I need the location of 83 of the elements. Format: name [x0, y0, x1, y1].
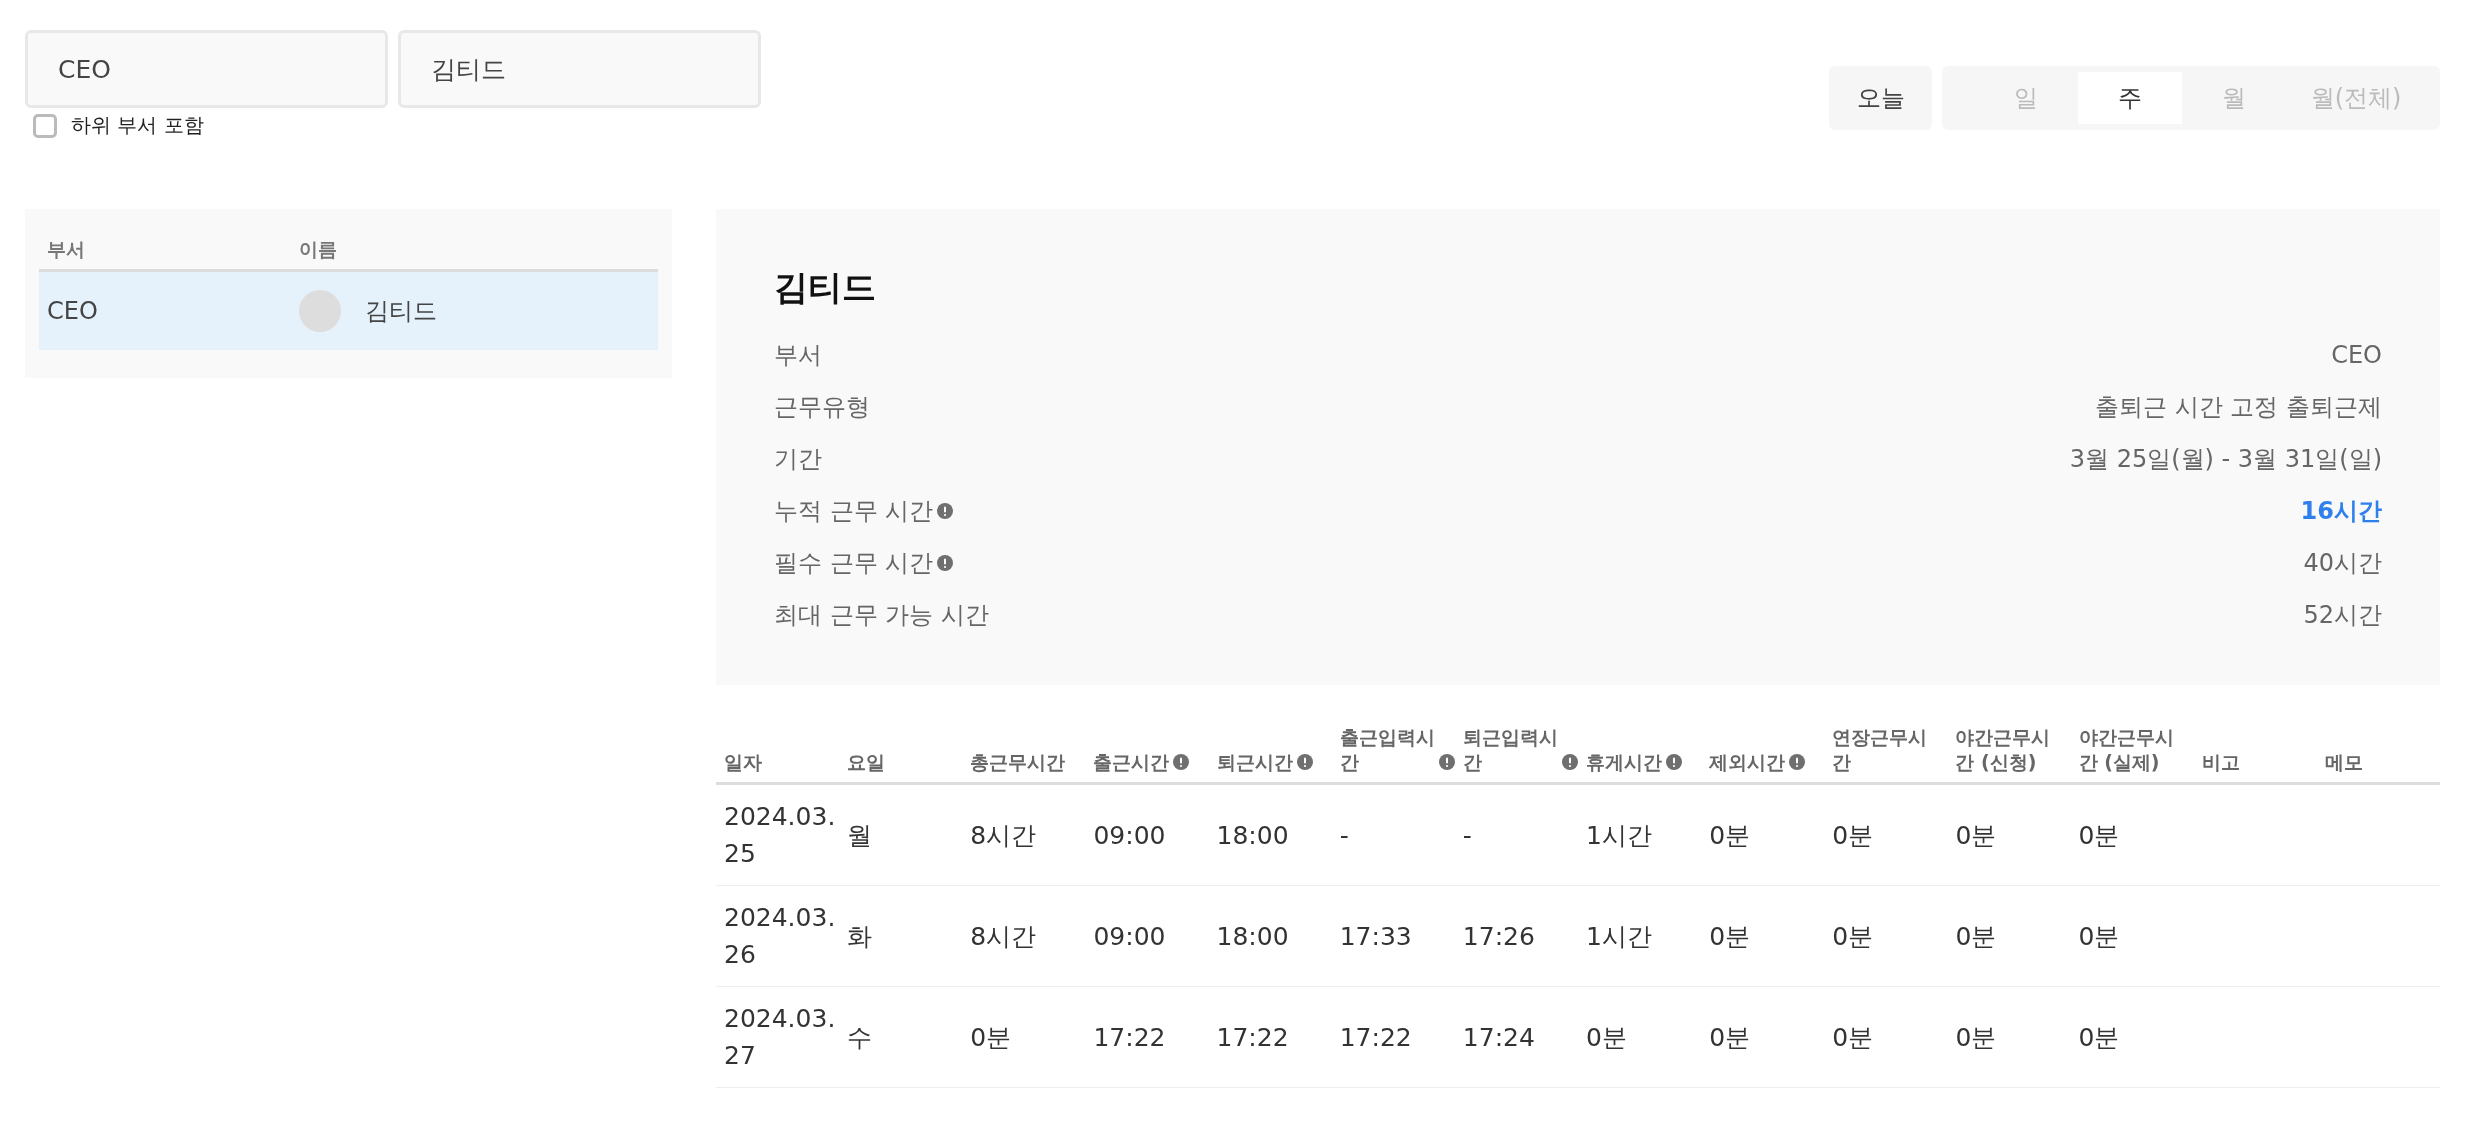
column-header: 야간근무시간 (실제) — [2078, 725, 2175, 775]
table-cell: 화 — [847, 921, 873, 951]
column-header: 일자 — [724, 749, 762, 775]
info-icon — [937, 555, 954, 571]
summary-label: 기간 — [774, 444, 822, 475]
table-cell: 0분 — [1955, 820, 1997, 850]
table-cell: 09:00 — [1093, 921, 1166, 951]
table-cell: 17:33 — [1339, 921, 1412, 951]
table-cell: 2024.03.26 — [724, 902, 836, 970]
summary-label: 누적 근무 시간 — [774, 496, 934, 527]
column-header: 출근입력시간 — [1339, 725, 1435, 775]
table-cell: 0분 — [1955, 921, 1997, 951]
column-header: 야간근무시간 (신청) — [1955, 725, 2052, 775]
summary-value: 40시간 — [2303, 548, 2382, 579]
table-cell: 수 — [847, 1022, 873, 1052]
table-cell: 1시간 — [1586, 820, 1652, 850]
table-cell: 0분 — [1955, 1022, 1997, 1052]
checkbox[interactable] — [33, 113, 57, 138]
employee-name-title: 김티드 — [774, 266, 877, 309]
table-cell: 0분 — [970, 1022, 1012, 1052]
department-cell-text: CEO — [46, 297, 99, 325]
table-cell: 0분 — [2078, 1022, 2120, 1052]
column-header: 출근시간 — [1093, 749, 1170, 775]
table-cell: 0분 — [2078, 921, 2120, 951]
info-icon — [1666, 754, 1682, 771]
summary-value: 출퇴근 시간 고정 출퇴근제 — [2095, 392, 2382, 423]
table-cell: 2024.03.25 — [724, 801, 836, 869]
summary-value: 3월 25일(월) - 3월 31일(일) — [2069, 444, 2382, 475]
table-cell: 09:00 — [1093, 820, 1166, 850]
table-cell: 0분 — [1832, 1022, 1874, 1052]
summary-label: 부서 — [774, 340, 822, 371]
table-cell: 0분 — [2078, 820, 2120, 850]
table-cell: 17:26 — [1462, 921, 1535, 951]
department-field[interactable]: CEO — [25, 30, 388, 108]
table-cell: 8시간 — [970, 820, 1037, 850]
column-header: 제외시간 — [1709, 749, 1786, 775]
table-cell: 18:00 — [1216, 820, 1289, 850]
summary-label: 필수 근무 시간 — [774, 548, 934, 579]
employee-field[interactable]: 김티드 — [398, 30, 761, 108]
table-cell: 0분 — [1709, 820, 1751, 850]
today-button[interactable]: 오늘 — [1829, 66, 1932, 130]
table-cell: 1시간 — [1586, 921, 1652, 951]
summary-label: 근무유형 — [774, 392, 870, 423]
info-icon — [1173, 754, 1190, 771]
name-cell-text: 김티드 — [365, 296, 437, 327]
column-header: 부서 — [46, 237, 86, 262]
summary-value: 16시간 — [2300, 496, 2382, 527]
info-icon — [1789, 754, 1806, 771]
employee-row[interactable]: CEO 김티드 — [39, 272, 658, 350]
table-cell: 0분 — [1586, 1022, 1627, 1052]
table-cell: 18:00 — [1216, 921, 1289, 951]
table-cell: - — [1462, 820, 1472, 850]
column-header: 요일 — [847, 749, 886, 775]
period-tab[interactable]: 주 — [2078, 72, 2182, 124]
table-cell: 8시간 — [970, 921, 1037, 951]
table-cell: - — [1339, 820, 1349, 850]
info-icon — [1562, 754, 1578, 771]
column-header: 퇴근시간 — [1216, 749, 1293, 775]
table-cell: 17:24 — [1462, 1022, 1535, 1052]
column-header: 휴게시간 — [1586, 749, 1662, 775]
column-header: 연장근무시간 — [1832, 725, 1929, 775]
table-cell: 2024.03.27 — [724, 1003, 836, 1071]
column-header: 메모 — [2324, 749, 2363, 775]
table-cell: 17:22 — [1093, 1022, 1166, 1052]
info-icon — [937, 503, 954, 519]
table-cell: 0분 — [1709, 1022, 1751, 1052]
column-header: 이름 — [299, 237, 337, 262]
table-cell: 0분 — [1832, 921, 1874, 951]
table-cell: 17:22 — [1339, 1022, 1412, 1052]
column-header: 총근무시간 — [970, 749, 1066, 775]
table-cell: 0분 — [1709, 921, 1751, 951]
table-cell: 17:22 — [1216, 1022, 1289, 1052]
summary-value: CEO — [2331, 341, 2382, 369]
avatar-icon — [299, 290, 341, 332]
column-header: 퇴근입력시간 — [1462, 725, 1558, 775]
summary-label: 최대 근무 가능 시간 — [774, 600, 989, 631]
info-icon — [1296, 754, 1313, 771]
table-cell: 월 — [847, 820, 873, 850]
info-icon — [1438, 754, 1455, 771]
column-header: 비고 — [2201, 749, 2240, 775]
summary-value: 52시간 — [2303, 600, 2382, 631]
checkbox-label: 하위 부서 포함 — [71, 112, 204, 139]
table-cell: 0분 — [1832, 820, 1874, 850]
